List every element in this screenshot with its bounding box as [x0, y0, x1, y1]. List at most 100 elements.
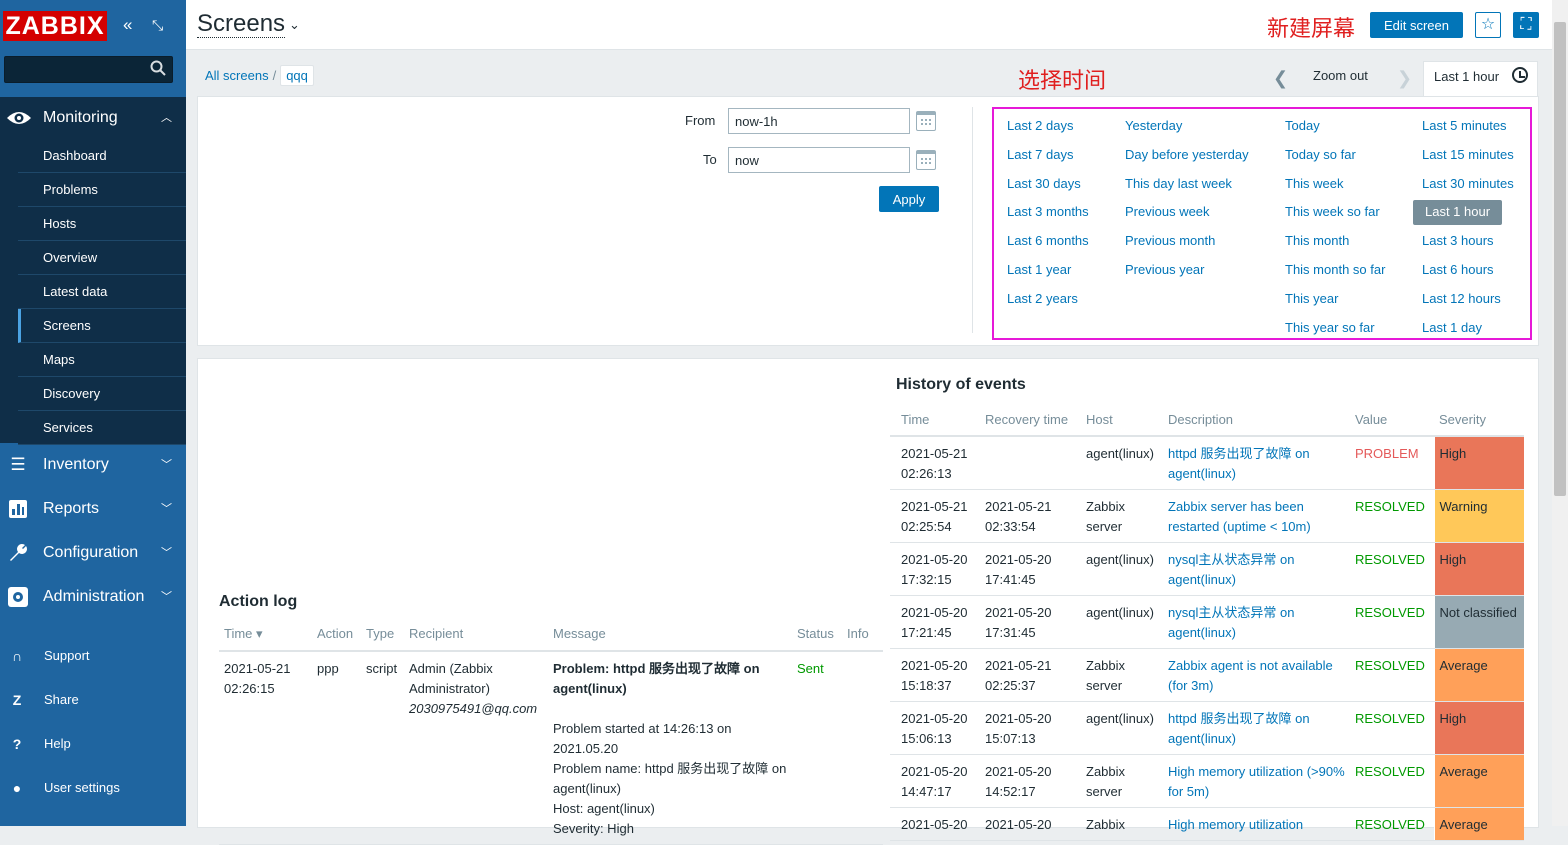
- table-row: 2021-05-21 02:26:13 agent(linux) httpd 服务出现…: [890, 436, 1524, 490]
- quick-range-link[interactable]: Last 3 months: [999, 200, 1097, 229]
- quick-range-link[interactable]: Last 30 days: [999, 172, 1097, 201]
- event-description-link[interactable]: Zabbix agent is not available (for 3m): [1168, 658, 1333, 693]
- quick-range-link[interactable]: Last 3 hours: [1414, 229, 1522, 258]
- cell-time-value: 02:25:54: [901, 519, 952, 534]
- quick-range-link[interactable]: Last 6 hours: [1414, 258, 1522, 287]
- event-description-link[interactable]: nysql主从状态异常 on agent(linux): [1168, 605, 1294, 640]
- quick-range-link[interactable]: This month: [1277, 229, 1393, 258]
- quick-range-link[interactable]: Last 1 year: [999, 258, 1097, 287]
- breadcrumb-current[interactable]: qqq: [286, 68, 308, 83]
- quick-range-selected[interactable]: Last 1 hour: [1413, 200, 1503, 226]
- kiosk-mode-icon[interactable]: ⤡: [152, 15, 163, 35]
- quick-range-link[interactable]: Last 5 minutes: [1414, 114, 1522, 143]
- search-icon[interactable]: [150, 60, 166, 81]
- cell-time-value: 17:31:45: [985, 625, 1036, 640]
- quick-range-link[interactable]: Last 2 years: [999, 287, 1097, 316]
- time-filter-tab[interactable]: Last 1 hour: [1423, 61, 1538, 97]
- history-table: Time Recovery time Host Description Valu…: [890, 404, 1524, 841]
- zoom-out-button[interactable]: Zoom out: [1313, 68, 1368, 83]
- calendar-icon[interactable]: [916, 150, 936, 170]
- quick-range-link[interactable]: Previous week: [1117, 200, 1257, 229]
- quick-range-link[interactable]: Today so far: [1277, 143, 1393, 172]
- chevron-up-icon: ︿: [161, 112, 172, 124]
- message-line: Problem started at 14:26:13 on 2021.05.2…: [553, 721, 732, 756]
- submenu-latest-data[interactable]: Latest data: [18, 275, 186, 309]
- event-description-link[interactable]: httpd 服务出现了故障 on agent(linux): [1168, 711, 1310, 746]
- fullscreen-icon[interactable]: ⛶: [1513, 12, 1539, 38]
- zabbix-logo[interactable]: ZABBIX: [3, 11, 107, 41]
- submenu-services[interactable]: Services: [18, 411, 186, 445]
- quick-range-link[interactable]: This month so far: [1277, 258, 1393, 287]
- quick-range-link[interactable]: Last 1 day: [1414, 316, 1522, 345]
- submenu-screens[interactable]: Screens: [18, 309, 186, 343]
- calendar-icon[interactable]: [916, 111, 936, 131]
- quick-ranges-column-1: Last 2 days Last 7 days Last 30 days Las…: [999, 114, 1097, 316]
- menu-reports[interactable]: Reports ﹀: [0, 487, 186, 531]
- cell-date: 2021-05-20: [985, 552, 1052, 567]
- submenu-overview[interactable]: Overview: [18, 241, 186, 275]
- menu-inventory[interactable]: ☰ Inventory ﹀: [0, 443, 186, 487]
- submenu-discovery[interactable]: Discovery: [18, 377, 186, 411]
- to-input[interactable]: [728, 147, 910, 173]
- quick-range-link[interactable]: Last 6 months: [999, 229, 1097, 258]
- quick-range-link[interactable]: This year so far: [1277, 316, 1393, 345]
- cell-date: 2021-05-20: [985, 817, 1052, 832]
- menu-administration[interactable]: Administration ﹀: [0, 575, 186, 619]
- quick-range-link[interactable]: Last 30 minutes: [1414, 172, 1522, 201]
- chevron-left-icon[interactable]: ❮: [1273, 68, 1288, 89]
- cell-severity: Warning: [1433, 489, 1524, 543]
- page-scrollbar[interactable]: [1552, 0, 1568, 826]
- event-description-link[interactable]: httpd 服务出现了故障 on agent(linux): [1168, 446, 1310, 481]
- menu-monitoring[interactable]: Monitoring ︿: [0, 97, 186, 141]
- cell-recovery-time: 2021-05-20 17:41:45: [980, 542, 1081, 596]
- event-description-link[interactable]: nysql主从状态异常 on agent(linux): [1168, 552, 1294, 587]
- from-input[interactable]: [728, 108, 910, 134]
- edit-screen-button[interactable]: Edit screen: [1370, 12, 1463, 38]
- quick-range-link[interactable]: Today: [1277, 114, 1393, 143]
- column-header-description: Description: [1163, 404, 1350, 437]
- page-title-dropdown[interactable]: Screens ⌄: [197, 10, 300, 38]
- quick-range-link[interactable]: Last 12 hours: [1414, 287, 1522, 316]
- menu-support[interactable]: ∩ Support: [0, 641, 186, 671]
- quick-range-link[interactable]: Previous month: [1117, 229, 1257, 258]
- collapse-sidebar-icon[interactable]: «: [123, 15, 132, 35]
- cell-description: httpd 服务出现了故障 on agent(linux): [1163, 436, 1350, 490]
- quick-range-link[interactable]: This day last week: [1117, 172, 1257, 201]
- submenu-maps[interactable]: Maps: [18, 343, 186, 377]
- quick-range-link[interactable]: This year: [1277, 287, 1393, 316]
- apply-button[interactable]: Apply: [879, 186, 939, 212]
- submenu-problems[interactable]: Problems: [18, 173, 186, 207]
- submenu-hosts[interactable]: Hosts: [18, 207, 186, 241]
- menu-configuration[interactable]: Configuration ﹀: [0, 531, 186, 575]
- cell-time-value: 02:25:37: [985, 678, 1036, 693]
- menu-user-settings[interactable]: ● User settings: [0, 773, 186, 803]
- quick-range-link[interactable]: Last 7 days: [999, 143, 1097, 172]
- star-icon[interactable]: ☆: [1475, 12, 1501, 38]
- cell-host: Zabbix server: [1081, 754, 1163, 808]
- menu-help[interactable]: ? Help: [0, 729, 186, 759]
- cell-value: RESOLVED: [1350, 701, 1434, 755]
- quick-range-link[interactable]: This week so far: [1277, 200, 1393, 229]
- event-description-link[interactable]: High memory utilization: [1168, 817, 1303, 832]
- event-description-link[interactable]: Zabbix server has been restarted (uptime…: [1168, 499, 1311, 534]
- cell-host: Zabbix: [1081, 807, 1163, 841]
- cell-recovery-time: 2021-05-21 02:33:54: [980, 489, 1081, 543]
- quick-range-link[interactable]: Last 15 minutes: [1414, 143, 1522, 172]
- cell-host: agent(linux): [1081, 595, 1163, 649]
- eye-icon: [5, 97, 33, 143]
- menu-share[interactable]: Z Share: [0, 685, 186, 715]
- column-header-time[interactable]: Time ▾: [219, 618, 312, 652]
- quick-range-link[interactable]: Previous year: [1117, 258, 1257, 287]
- quick-ranges-column-2: Yesterday Day before yesterday This day …: [1117, 114, 1257, 287]
- submenu-dashboard[interactable]: Dashboard: [18, 139, 186, 173]
- quick-range-link[interactable]: Last 2 days: [999, 114, 1097, 143]
- sidebar-search-input[interactable]: [4, 56, 173, 83]
- quick-range-link[interactable]: This week: [1277, 172, 1393, 201]
- message-line: Problem name: httpd 服务出现了故障 on agent(lin…: [553, 761, 787, 796]
- breadcrumb-all-screens[interactable]: All screens: [205, 68, 269, 83]
- scrollbar-thumb[interactable]: [1554, 22, 1566, 496]
- quick-range-link[interactable]: Day before yesterday: [1117, 143, 1257, 172]
- quick-range-link[interactable]: Yesterday: [1117, 114, 1257, 143]
- event-description-link[interactable]: High memory utilization (>90% for 5m): [1168, 764, 1345, 799]
- chevron-right-icon[interactable]: ❯: [1397, 68, 1412, 89]
